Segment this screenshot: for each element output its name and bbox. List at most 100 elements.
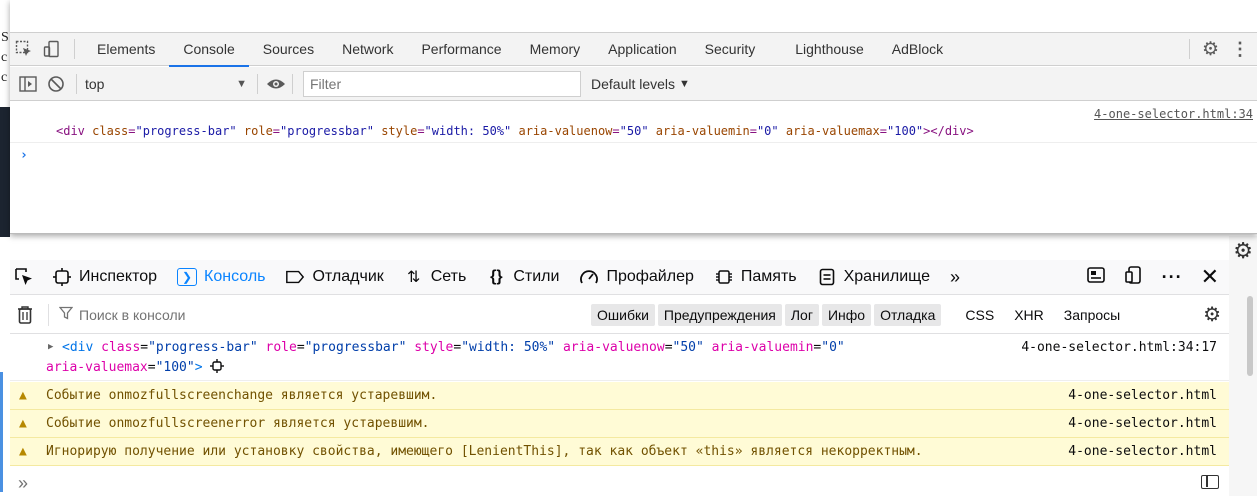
warning-message[interactable]: ▲ Событие onmozfullscreenchange является… — [10, 382, 1229, 410]
divider — [48, 303, 49, 326]
filter-requests-button[interactable]: Запросы — [1064, 307, 1120, 323]
tab-network[interactable]: Network — [328, 33, 407, 66]
filter-info-button[interactable]: Инфо — [821, 303, 872, 326]
settings-gear-icon[interactable]: ⚙ — [1202, 38, 1219, 61]
tab-performance[interactable]: Performance — [407, 33, 515, 66]
chrome-tab-bar: Elements Console Sources Network Perform… — [10, 32, 1257, 67]
console-prompt[interactable]: › — [20, 148, 28, 163]
console-icon: ❯ — [177, 268, 198, 286]
tab-debugger[interactable]: Отладчик — [275, 260, 393, 294]
request-filters: CSS XHR Запросы — [965, 307, 1120, 323]
chrome-devtools: Elements Console Sources Network Perform… — [10, 0, 1257, 234]
filter-debug-button[interactable]: Отладка — [874, 303, 942, 326]
tab-sources[interactable]: Sources — [249, 33, 328, 66]
attr-value: "width: 50%" — [424, 124, 512, 138]
source-link[interactable]: 4-one-selector.html — [1068, 388, 1217, 403]
attr-value: "0" — [756, 124, 779, 138]
console-input[interactable]: » — [10, 469, 1229, 496]
tab-memory[interactable]: Memory — [516, 33, 595, 66]
attr-name: role — [265, 340, 297, 355]
firefox-devtools-toolbar: Инспектор ❯ Консоль Отладчик ⇅ Сеть {} С… — [10, 260, 1229, 295]
filter-warnings-button[interactable]: Предупреждения — [657, 303, 782, 326]
filter-css-button[interactable]: CSS — [965, 307, 994, 323]
profiler-icon — [579, 268, 599, 286]
tab-lighthouse[interactable]: Lighthouse — [781, 33, 878, 66]
background-blue-bar — [0, 372, 3, 492]
warning-text: Событие onmozfullscreenerror является ус… — [46, 416, 430, 431]
tag-close: ></div> — [923, 124, 974, 138]
attr-name: aria-valuemax — [785, 124, 880, 138]
attr-value: "100" — [887, 124, 924, 138]
source-link[interactable]: 4-one-selector.html:34 — [1094, 107, 1253, 121]
tab-security[interactable]: Security — [691, 33, 770, 66]
source-link[interactable]: 4-one-selector.html — [1068, 444, 1217, 459]
warning-message[interactable]: ▲ Событие onmozfullscreenerror является … — [10, 410, 1229, 438]
background-letter: с — [1, 50, 8, 65]
filter-input[interactable] — [303, 70, 581, 97]
warning-message[interactable]: ▲ Игнорирую получение или установку свой… — [10, 438, 1229, 466]
filter-xhr-button[interactable]: XHR — [1014, 307, 1044, 323]
log-levels-dropdown[interactable]: Default levels ▼ — [591, 76, 690, 92]
scrollbar[interactable] — [1247, 296, 1253, 376]
editor-mode-toggle-icon[interactable] — [1201, 475, 1219, 489]
close-icon[interactable]: ✕ — [1201, 264, 1219, 290]
gear-icon[interactable]: ⚙ — [1233, 238, 1253, 264]
expand-triangle-icon[interactable]: ▶ — [48, 342, 53, 352]
attr-name: aria-valuenow — [562, 340, 665, 355]
source-link[interactable]: 4-one-selector.html — [1068, 416, 1217, 431]
attr-value: "progressbar" — [304, 340, 407, 355]
attr-value: "width: 50%" — [461, 340, 556, 355]
filter-logs-button[interactable]: Лог — [784, 303, 819, 326]
tab-inspector[interactable]: Инспектор — [42, 260, 167, 294]
tab-console[interactable]: Console — [169, 33, 250, 67]
console-message[interactable]: <div class="progress-bar" role="progress… — [56, 124, 974, 138]
inspect-element-icon[interactable] — [10, 35, 38, 63]
tab-elements[interactable]: Elements — [83, 33, 169, 66]
live-expression-eye-icon[interactable] — [262, 70, 290, 98]
tab-label: Профайлер — [606, 268, 694, 285]
device-toolbar-icon[interactable] — [38, 35, 66, 63]
debugger-icon — [285, 269, 305, 285]
trash-icon[interactable] — [10, 305, 40, 325]
responsive-design-icon[interactable] — [1124, 265, 1144, 290]
console-search-input[interactable] — [79, 306, 559, 323]
select-node-icon[interactable] — [210, 359, 225, 375]
tab-memory[interactable]: Память — [704, 260, 807, 294]
console-message[interactable]: ▶ <div class="progress-bar" role="progre… — [10, 335, 1229, 381]
divider — [292, 73, 293, 94]
filter-errors-button[interactable]: Ошибки — [591, 303, 655, 326]
clear-console-icon[interactable] — [42, 70, 70, 98]
context-selector[interactable]: top ▼ — [83, 72, 253, 96]
more-options-icon[interactable]: ··· — [1162, 267, 1183, 288]
attr-name: role — [243, 124, 273, 138]
tab-label: Сеть — [430, 268, 467, 285]
more-options-icon[interactable]: ⋮ — [1231, 39, 1249, 60]
message-line: aria-valuemax="100"> — [46, 359, 225, 375]
tab-style-editor[interactable]: {} Стили — [476, 260, 569, 294]
tab-application[interactable]: Application — [594, 33, 691, 66]
pick-element-icon[interactable] — [10, 260, 42, 294]
tab-storage[interactable]: Хранилище — [807, 260, 940, 294]
attr-name: style — [414, 340, 454, 355]
show-sidebar-icon[interactable] — [14, 70, 42, 98]
tab-network[interactable]: ⇅ Сеть — [394, 260, 477, 294]
more-tools-chevron-icon[interactable]: » — [940, 260, 970, 294]
tag-open: <div — [56, 124, 85, 138]
tab-profiler[interactable]: Профайлер — [569, 260, 703, 294]
background-dark-block — [0, 107, 10, 237]
source-link[interactable]: 4-one-selector.html:34:17 — [1021, 340, 1217, 355]
attr-value: "50" — [619, 124, 649, 138]
console-search[interactable] — [58, 306, 579, 323]
attr-name: aria-valuemax — [46, 360, 148, 375]
frame-selector-icon[interactable] — [1086, 266, 1106, 289]
firefox-console-filter-bar: Ошибки Предупреждения Лог Инфо Отладка C… — [10, 296, 1229, 334]
console-settings-gear-icon[interactable]: ⚙ — [1203, 302, 1221, 327]
attr-value: "progress-bar" — [148, 340, 258, 355]
console-prompt: » — [18, 473, 29, 493]
tab-adblock[interactable]: AdBlock — [878, 33, 957, 66]
divider — [10, 142, 1257, 143]
tab-console[interactable]: ❯ Консоль — [167, 260, 275, 294]
attr-name: class — [92, 124, 129, 138]
memory-icon — [714, 268, 734, 286]
network-icon: ⇅ — [407, 269, 421, 286]
